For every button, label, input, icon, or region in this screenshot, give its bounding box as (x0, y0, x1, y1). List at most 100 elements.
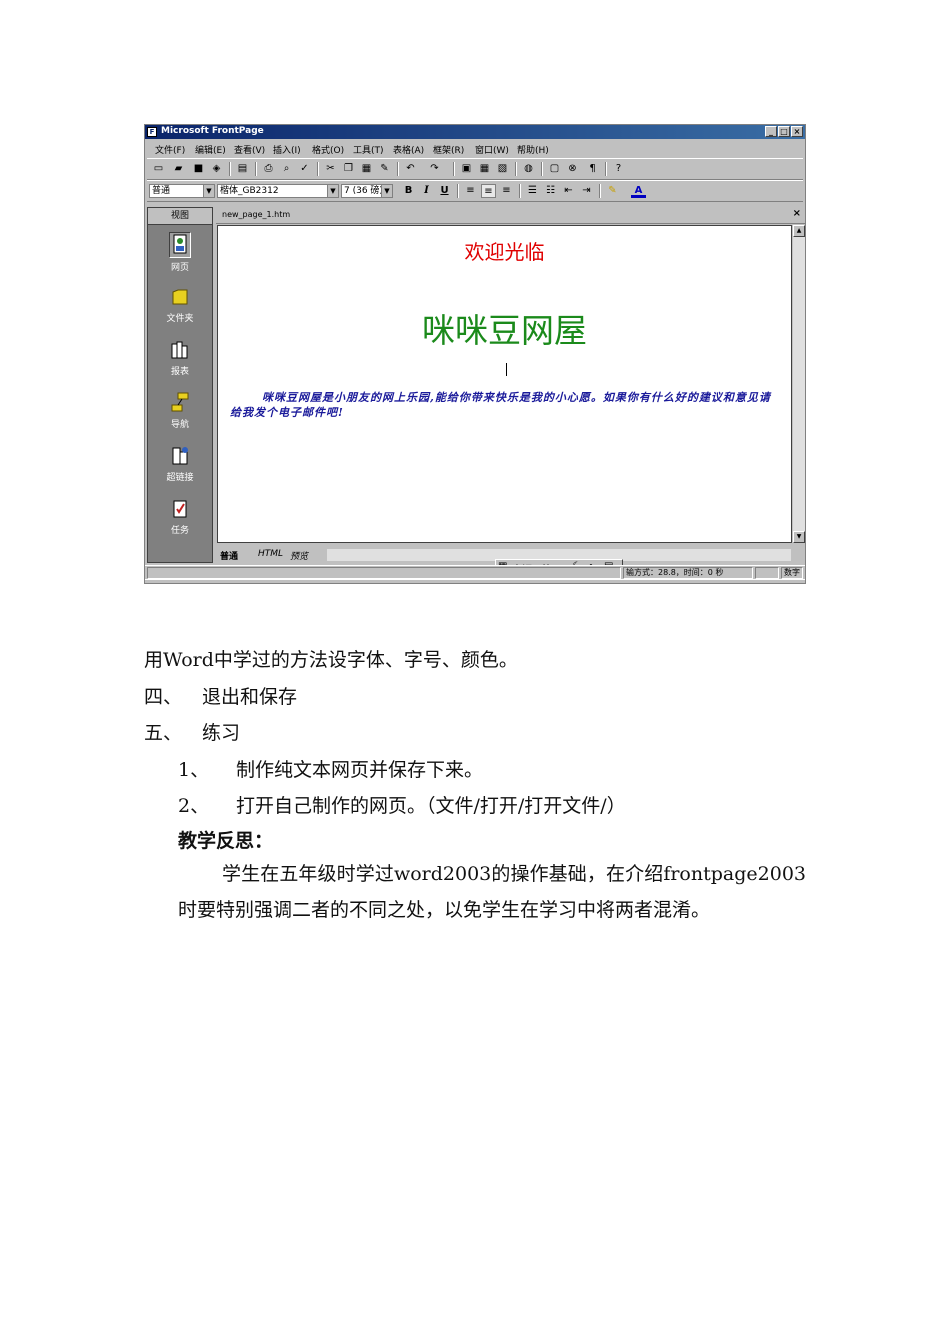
font-color-icon[interactable]: A (631, 184, 646, 198)
menu-frames[interactable]: 框架(R) (433, 143, 464, 156)
open-folder-icon[interactable]: ▰ (171, 162, 186, 176)
toolbar-separator (605, 162, 607, 176)
view-reports[interactable]: 报表 (148, 338, 212, 386)
insert-picture-icon[interactable]: ▧ (495, 162, 510, 176)
close-document-button[interactable]: × (793, 208, 801, 219)
help-icon[interactable]: ? (611, 162, 626, 176)
menu-bar: 文件(F) 编辑(E) 查看(V) 插入(I) 格式(O) 工具(T) 表格(A… (145, 140, 805, 156)
publish-icon[interactable]: ◈ (209, 162, 224, 176)
insert-component-icon[interactable]: ▣ (459, 162, 474, 176)
chevron-down-icon[interactable]: ▼ (203, 185, 214, 197)
document-tab[interactable]: new_page_1.htm × (216, 207, 805, 224)
site-title: 咪咪豆网屋 (422, 311, 587, 350)
highlight-icon[interactable]: ✎ (605, 184, 620, 198)
tasks-icon (173, 500, 187, 518)
redo-icon[interactable]: ↷ (427, 162, 442, 176)
toolbar-separator (519, 184, 521, 198)
section-5-title: 练习 (202, 722, 241, 744)
status-message (147, 567, 621, 579)
menu-help[interactable]: 帮助(H) (517, 143, 549, 156)
menu-format[interactable]: 格式(O) (312, 143, 344, 156)
toolbar-separator (541, 162, 543, 176)
font-select[interactable]: 楷体_GB2312 ▼ (217, 184, 339, 198)
increase-indent-icon[interactable]: ⇥ (579, 184, 594, 198)
standard-toolbar: ▭ ▰ ■ ◈ ▤ ⎙ ⌕ ✓ ✂ ❐ ▦ ✎ ↶ ↷ ▣ ▦ ▧ ◍ ▢ ⊗ … (147, 158, 803, 180)
cut-icon[interactable]: ✂ (323, 162, 338, 176)
copy-icon[interactable]: ❐ (341, 162, 356, 176)
view-navigation[interactable]: 导航 (148, 391, 212, 439)
menu-view[interactable]: 查看(V) (234, 143, 265, 156)
font-value: 楷体_GB2312 (220, 186, 279, 196)
frontpage-app-icon: F (147, 127, 157, 137)
views-panel: 视图 网页 文件夹 报表 导航 超链接 任务 (147, 207, 213, 563)
page-editor-canvas[interactable]: 欢迎光临 咪咪豆网屋 咪咪豆网屋是小朋友的网上乐园,能给你带来快乐是我的小心愿。… (217, 225, 792, 543)
close-button[interactable]: × (791, 126, 803, 137)
title-bar: F Microsoft FrontPage _ □ × (145, 125, 805, 139)
tab-preview[interactable]: 预览 (290, 549, 308, 562)
scroll-down-icon[interactable]: ▼ (793, 531, 805, 543)
minimize-button[interactable]: _ (765, 126, 777, 137)
reflection-body: 学生在五年级时学过word2003的操作基础，在介绍frontpage2003时… (178, 863, 806, 921)
bullets-icon[interactable]: ☷ (543, 184, 558, 198)
menu-table[interactable]: 表格(A) (393, 143, 424, 156)
frontpage-screenshot: F Microsoft FrontPage _ □ × 文件(F) 编辑(E) … (144, 124, 806, 584)
hyperlinks-icon (172, 447, 188, 465)
spelling-icon[interactable]: ✓ (297, 162, 312, 176)
scroll-up-icon[interactable]: ▲ (793, 225, 805, 237)
underline-button[interactable]: U (437, 184, 452, 198)
section-4-title: 退出和保存 (202, 686, 298, 708)
italic-button[interactable]: I (419, 184, 434, 198)
vertical-scrollbar[interactable]: ▲ ▼ (793, 225, 805, 543)
print-icon[interactable]: ⎙ (261, 162, 276, 176)
status-bar: 输方式：28.8，时间：0 秒 数字 (145, 565, 805, 580)
chevron-down-icon[interactable]: ▼ (381, 185, 392, 197)
undo-icon[interactable]: ↶ (403, 162, 418, 176)
navigation-icon (171, 392, 189, 412)
page-view-icon (169, 232, 191, 258)
maximize-button[interactable]: □ (778, 126, 790, 137)
format-painter-icon[interactable]: ✎ (377, 162, 392, 176)
align-center-icon[interactable]: ≡ (481, 184, 496, 198)
new-page-icon[interactable]: ▭ (151, 162, 166, 176)
menu-insert[interactable]: 插入(I) (273, 143, 301, 156)
menu-file[interactable]: 文件(F) (155, 143, 185, 156)
folder-icon (172, 289, 188, 305)
menu-window[interactable]: 窗口(W) (475, 143, 509, 156)
insert-table-icon[interactable]: ▦ (477, 162, 492, 176)
hyperlink-icon[interactable]: ◍ (521, 162, 536, 176)
style-select[interactable]: 普通 ▼ (149, 184, 215, 198)
tab-normal[interactable]: 普通 (220, 549, 238, 562)
align-left-icon[interactable]: ≡ (463, 184, 478, 198)
menu-edit[interactable]: 编辑(E) (195, 143, 226, 156)
status-slot (755, 567, 779, 579)
toolbar-separator (515, 162, 517, 176)
view-folders[interactable]: 文件夹 (148, 285, 212, 333)
folder-list-icon[interactable]: ▤ (235, 162, 250, 176)
refresh-icon[interactable]: ▢ (547, 162, 562, 176)
view-tasks-label: 任务 (170, 526, 189, 536)
view-tasks[interactable]: 任务 (148, 497, 212, 545)
numbering-icon[interactable]: ☰ (525, 184, 540, 198)
toolbar-separator (397, 162, 399, 176)
save-icon[interactable]: ■ (191, 162, 206, 176)
stop-icon[interactable]: ⊗ (565, 162, 580, 176)
tab-html[interactable]: HTML (258, 549, 283, 559)
download-time: 输方式：28.8，时间：0 秒 (623, 567, 753, 579)
show-all-icon[interactable]: ¶ (585, 162, 600, 176)
view-hyperlinks[interactable]: 超链接 (148, 444, 212, 492)
exercise-2-number: 2、 (178, 795, 210, 817)
exercise-1-text: 制作纯文本网页并保存下来。 (236, 759, 484, 781)
toolbar-separator (453, 162, 455, 176)
menu-tools[interactable]: 工具(T) (353, 143, 384, 156)
bold-button[interactable]: B (401, 184, 416, 198)
font-size-select[interactable]: 7 (36 磅) ▼ (341, 184, 393, 198)
print-preview-icon[interactable]: ⌕ (279, 162, 294, 176)
text-cursor (506, 363, 507, 376)
reports-icon (171, 341, 188, 359)
chevron-down-icon[interactable]: ▼ (327, 185, 338, 197)
view-page[interactable]: 网页 (148, 232, 212, 280)
paste-icon[interactable]: ▦ (359, 162, 374, 176)
align-right-icon[interactable]: ≡ (499, 184, 514, 198)
section-4-number: 四、 (144, 686, 183, 708)
decrease-indent-icon[interactable]: ⇤ (561, 184, 576, 198)
